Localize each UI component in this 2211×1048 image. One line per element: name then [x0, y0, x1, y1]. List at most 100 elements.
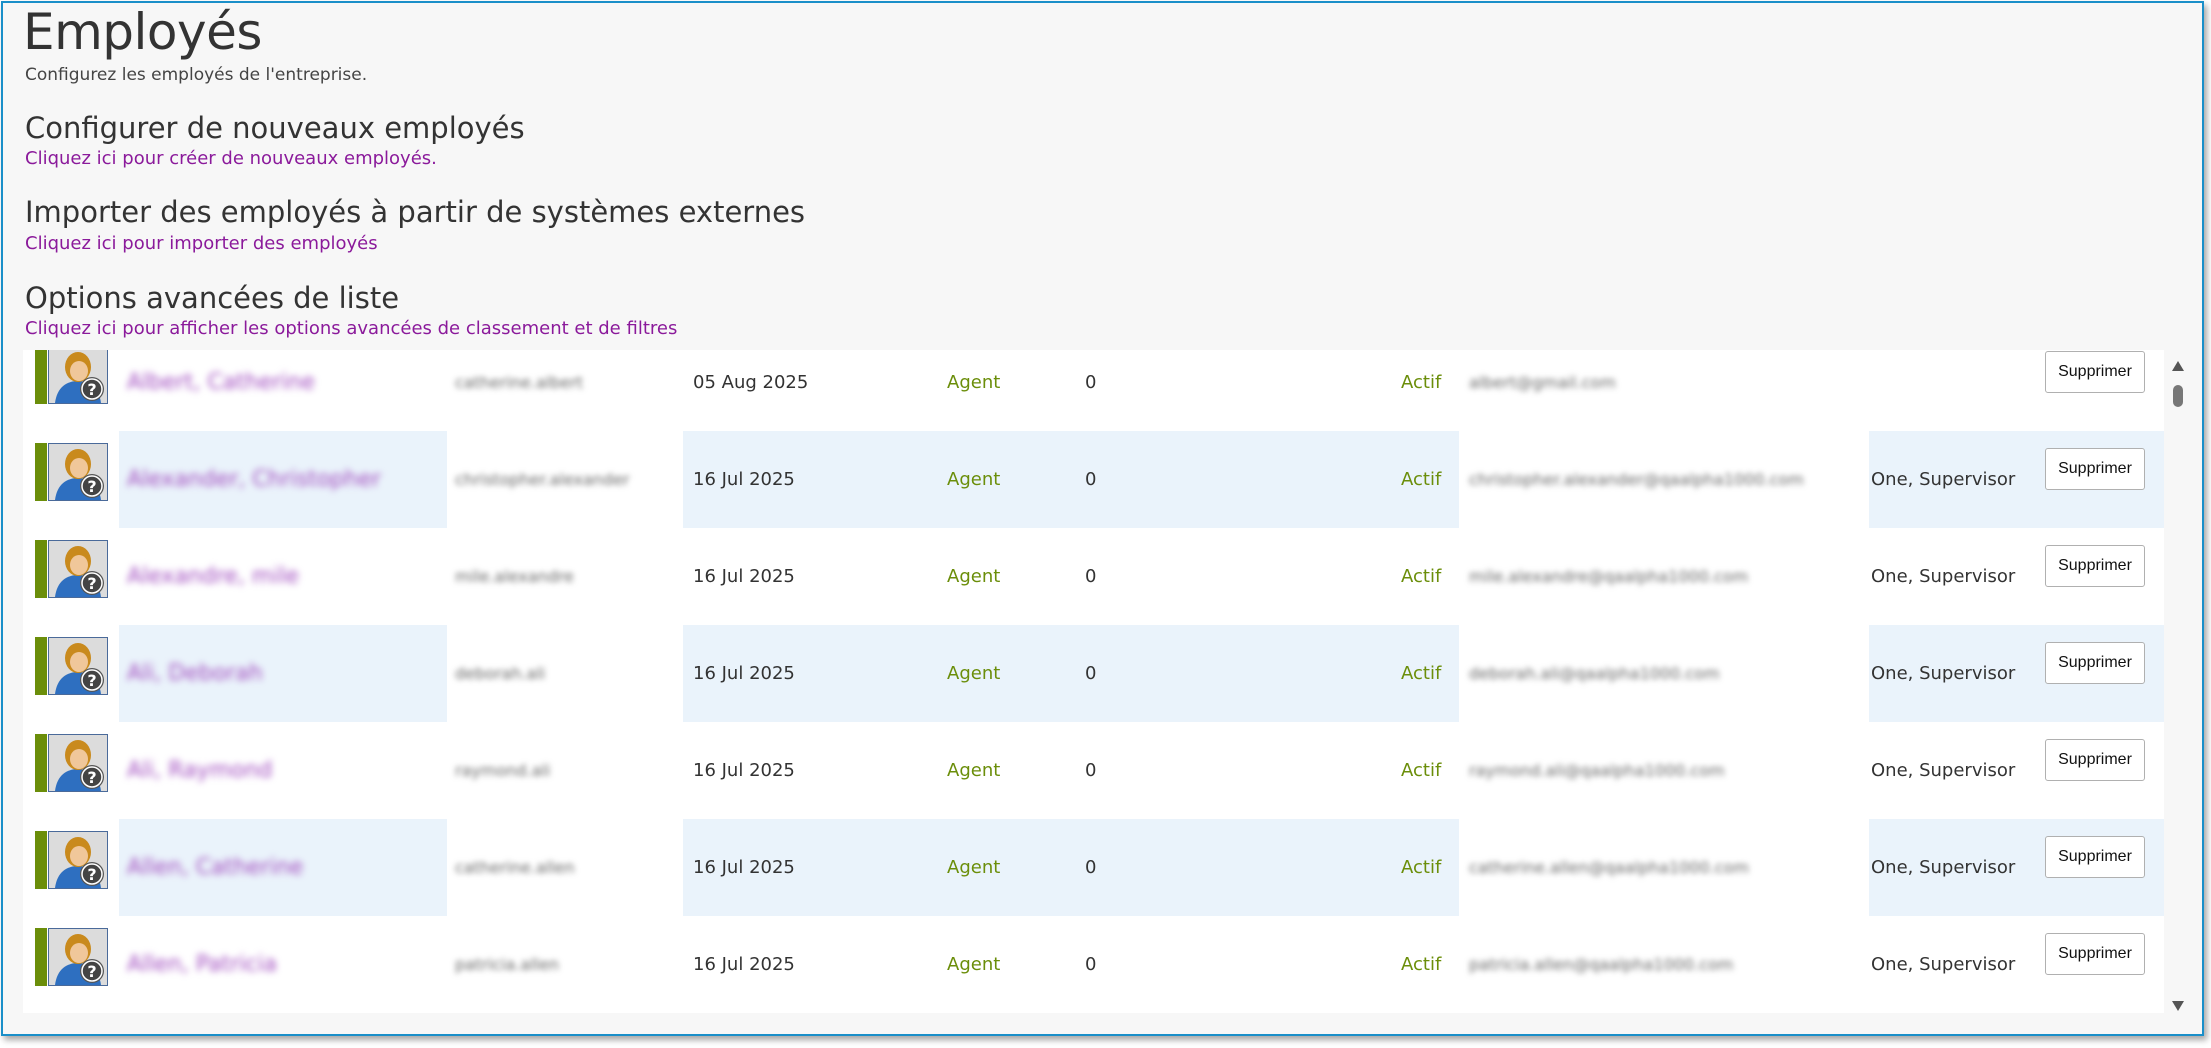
- page-subtitle: Configurez les employés de l'entreprise.: [25, 65, 368, 85]
- employee-date: 16 Jul 2025: [693, 663, 795, 684]
- employee-supervisor: One, Supervisor: [1871, 663, 2016, 684]
- employee-login: deborah.ali: [455, 664, 546, 683]
- employee-name[interactable]: Ali, Deborah: [127, 625, 447, 722]
- scroll-down-arrow-icon[interactable]: [2172, 1001, 2184, 1011]
- delete-button[interactable]: Supprimer: [2045, 351, 2145, 393]
- employee-name[interactable]: Ali, Raymond: [127, 722, 447, 819]
- create-employees-link[interactable]: Cliquez ici pour créer de nouveaux emplo…: [25, 148, 437, 169]
- employee-count: 0: [1085, 663, 1097, 684]
- employee-status: Actif: [1401, 372, 1442, 393]
- employee-login: mile.alexandre: [455, 567, 574, 586]
- employee-count: 0: [1085, 857, 1097, 878]
- employee-name[interactable]: Allen, Catherine: [127, 819, 447, 916]
- unknown-user-avatar-icon: ?: [48, 443, 108, 501]
- employee-name[interactable]: Alexandre, mile: [127, 528, 447, 625]
- import-employees-link[interactable]: Cliquez ici pour importer des employés: [25, 233, 378, 254]
- employee-count: 0: [1085, 954, 1097, 975]
- unknown-user-avatar-icon: ?: [48, 637, 108, 695]
- delete-button[interactable]: Supprimer: [2045, 642, 2145, 684]
- employee-role: Agent: [947, 566, 1001, 587]
- delete-button[interactable]: Supprimer: [2045, 739, 2145, 781]
- employee-name[interactable]: Alexander, Christopher: [127, 431, 447, 528]
- svg-text:?: ?: [87, 574, 96, 593]
- employee-status: Actif: [1401, 760, 1442, 781]
- list-scrollbar[interactable]: [2169, 355, 2187, 1015]
- svg-text:?: ?: [87, 477, 96, 496]
- employee-login: patricia.allen: [455, 955, 560, 974]
- employee-role: Agent: [947, 372, 1001, 393]
- employees-page: Employés Configurez les employés de l'en…: [1, 1, 2204, 1036]
- page-title: Employés: [23, 3, 262, 61]
- unknown-user-avatar-icon: ?: [48, 831, 108, 889]
- employee-supervisor: One, Supervisor: [1871, 954, 2016, 975]
- employee-count: 0: [1085, 566, 1097, 587]
- employee-supervisor: One, Supervisor: [1871, 760, 2016, 781]
- active-status-bar: [35, 443, 47, 501]
- employee-email: catherine.allen@qaalpha1000.com: [1469, 858, 1749, 877]
- employee-login: christopher.alexander: [455, 470, 630, 489]
- employee-role: Agent: [947, 760, 1001, 781]
- svg-text:?: ?: [87, 671, 96, 690]
- employee-email: mile.alexandre@qaalpha1000.com: [1469, 567, 1749, 586]
- delete-button[interactable]: Supprimer: [2045, 933, 2145, 975]
- employee-status: Actif: [1401, 566, 1442, 587]
- svg-text:?: ?: [87, 962, 96, 981]
- scroll-up-arrow-icon[interactable]: [2172, 361, 2184, 371]
- employee-role: Agent: [947, 954, 1001, 975]
- table-row[interactable]: ? Alexandre, mile mile.alexandre 16 Jul 202…: [23, 528, 2164, 625]
- table-row[interactable]: ? Allen, Patricia patricia.allen 16 Jul 202…: [23, 916, 2164, 1013]
- employee-login: raymond.ali: [455, 761, 551, 780]
- active-status-bar: [35, 637, 47, 695]
- table-row[interactable]: ? Allen, Catherine catherine.allen 16 Jul 2…: [23, 819, 2164, 916]
- employee-status: Actif: [1401, 857, 1442, 878]
- employee-email: albert@gmail.com: [1469, 373, 1616, 392]
- active-status-bar: [35, 540, 47, 598]
- employee-email: raymond.ali@qaalpha1000.com: [1469, 761, 1725, 780]
- active-status-bar: [35, 734, 47, 792]
- employee-date: 16 Jul 2025: [693, 760, 795, 781]
- employee-email: christopher.alexander@qaalpha1000.com: [1469, 470, 1804, 489]
- employee-supervisor: [1871, 350, 2041, 431]
- employee-login: catherine.allen: [455, 858, 575, 877]
- svg-text:?: ?: [87, 865, 96, 884]
- employee-role: Agent: [947, 469, 1001, 490]
- employee-date: 16 Jul 2025: [693, 469, 795, 490]
- employee-count: 0: [1085, 760, 1097, 781]
- employee-date: 05 Aug 2025: [693, 372, 809, 393]
- employee-email: patricia.allen@qaalpha1000.com: [1469, 955, 1734, 974]
- employee-count: 0: [1085, 469, 1097, 490]
- employee-date: 16 Jul 2025: [693, 857, 795, 878]
- employee-supervisor: One, Supervisor: [1871, 857, 2016, 878]
- employee-supervisor: One, Supervisor: [1871, 469, 2016, 490]
- employee-status: Actif: [1401, 469, 1442, 490]
- active-status-bar: [35, 928, 47, 986]
- unknown-user-avatar-icon: ?: [48, 540, 108, 598]
- employee-status: Actif: [1401, 954, 1442, 975]
- employee-date: 16 Jul 2025: [693, 954, 795, 975]
- delete-button[interactable]: Supprimer: [2045, 836, 2145, 878]
- unknown-user-avatar-icon: ?: [48, 734, 108, 792]
- employee-name[interactable]: Albert, Catherine: [127, 350, 447, 431]
- table-row[interactable]: ? Ali, Raymond raymond.ali 16 Jul 2025 Agent…: [23, 722, 2164, 819]
- active-status-bar: [35, 350, 47, 404]
- employee-role: Agent: [947, 663, 1001, 684]
- advanced-options-link[interactable]: Cliquez ici pour afficher les options av…: [25, 318, 677, 339]
- delete-button[interactable]: Supprimer: [2045, 448, 2145, 490]
- svg-text:?: ?: [87, 768, 96, 787]
- employee-date: 16 Jul 2025: [693, 566, 795, 587]
- employee-status: Actif: [1401, 663, 1442, 684]
- employee-name[interactable]: Allen, Patricia: [127, 916, 447, 1013]
- employee-login: catherine.albert: [455, 373, 584, 392]
- employee-role: Agent: [947, 857, 1001, 878]
- table-row[interactable]: ? Ali, Deborah deborah.ali 16 Jul 2025 Agent…: [23, 625, 2164, 722]
- unknown-user-avatar-icon: ?: [48, 350, 108, 404]
- active-status-bar: [35, 831, 47, 889]
- employee-email: deborah.ali@qaalpha1000.com: [1469, 664, 1720, 683]
- scrollbar-thumb[interactable]: [2173, 385, 2183, 407]
- unknown-user-avatar-icon: ?: [48, 928, 108, 986]
- delete-button[interactable]: Supprimer: [2045, 545, 2145, 587]
- section-heading-import: Importer des employés à partir de systèm…: [25, 195, 806, 229]
- employee-count: 0: [1085, 372, 1097, 393]
- table-row[interactable]: ? Alexander, Christopher christopher.alexa…: [23, 431, 2164, 528]
- table-row[interactable]: ? Albert, Catherine catherine.albert 05 Aug…: [23, 350, 2164, 431]
